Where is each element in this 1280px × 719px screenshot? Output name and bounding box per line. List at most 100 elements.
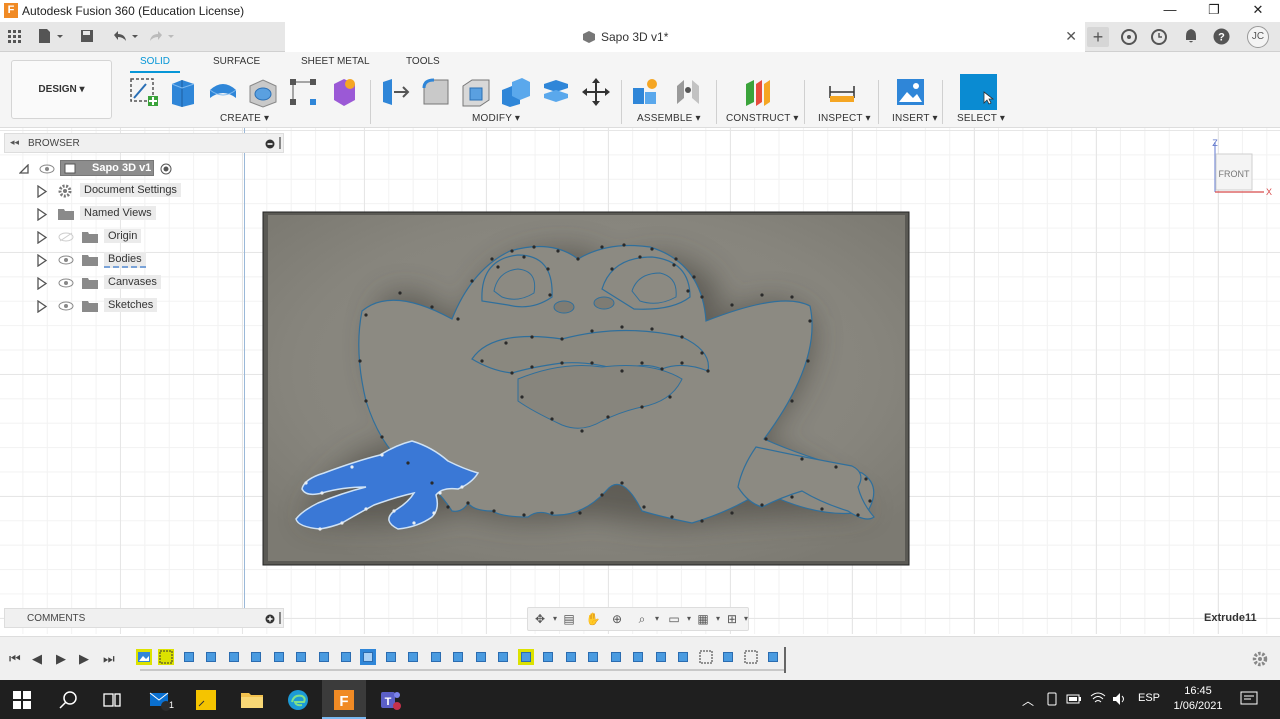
timeline-extrude-item[interactable] (675, 649, 691, 665)
expand-arrow-icon[interactable] (37, 185, 47, 198)
browser-options-icon[interactable] (265, 139, 275, 149)
timeline-sketch-item[interactable] (743, 649, 759, 665)
timeline-extrude-item[interactable] (338, 649, 354, 665)
grid-settings-icon[interactable]: ▦ (695, 612, 711, 626)
display-settings-icon[interactable]: ▭ (666, 612, 682, 626)
add-comment-icon[interactable] (265, 614, 275, 624)
browser-item-canvases[interactable]: Canvases (4, 274, 284, 294)
go-to-end-icon[interactable]: ⏭ (103, 651, 115, 667)
align-icon[interactable] (540, 76, 572, 108)
action-center-icon[interactable] (1240, 691, 1258, 707)
sticky-notes-icon[interactable] (194, 688, 218, 712)
timeline-extrude-item[interactable] (383, 649, 399, 665)
job-status-icon[interactable] (1151, 29, 1167, 45)
inspect-menu[interactable]: INSPECT ▾ (818, 113, 871, 124)
expand-arrow-icon[interactable] (37, 231, 47, 244)
extensions-icon[interactable] (1121, 29, 1137, 45)
volume-icon[interactable] (1112, 692, 1128, 706)
move-copy-icon[interactable] (580, 76, 612, 108)
timeline-extrude-item[interactable] (181, 649, 197, 665)
visibility-eye-icon[interactable] (58, 255, 74, 265)
select-icon[interactable] (960, 74, 997, 110)
expand-arrow-icon[interactable] (37, 277, 47, 290)
step-back-icon[interactable]: ◀ (32, 651, 42, 667)
timeline-highlighted-item[interactable] (518, 649, 534, 665)
create-form-icon[interactable] (328, 76, 360, 108)
create-sketch-icon[interactable] (128, 76, 160, 108)
timeline-extrude-item[interactable] (608, 649, 624, 665)
assemble-menu[interactable]: ASSEMBLE ▾ (637, 113, 701, 124)
timeline-extrude-item[interactable] (540, 649, 556, 665)
fit-icon[interactable]: ⌕ (634, 612, 650, 626)
timeline-extrude-item[interactable] (248, 649, 264, 665)
timeline-extrude-item[interactable] (585, 649, 601, 665)
zoom-icon[interactable]: ⊕ (609, 612, 625, 626)
timeline-extrude-item[interactable] (450, 649, 466, 665)
document-tab[interactable]: Sapo 3D v1* ✕ (285, 22, 1085, 52)
visibility-eye-icon[interactable] (58, 278, 74, 288)
battery-icon[interactable] (1066, 693, 1082, 705)
extrude-icon[interactable] (168, 76, 200, 108)
show-hidden-icons[interactable]: ︿ (1022, 692, 1034, 709)
play-icon[interactable]: ▶ (56, 651, 66, 667)
new-tab-icon[interactable]: + (1087, 27, 1109, 47)
pan-hand-icon[interactable]: ✋ (585, 612, 601, 626)
timeline-canvas-item[interactable] (136, 649, 152, 665)
comments-panel[interactable]: COMMENTS (4, 608, 284, 628)
timeline-extrude-item[interactable] (563, 649, 579, 665)
insert-image-icon[interactable] (895, 76, 927, 108)
timeline-selected-item[interactable] (360, 649, 376, 665)
save-icon[interactable] (80, 29, 94, 43)
user-avatar[interactable]: JC (1247, 26, 1269, 48)
timeline-extrude-item[interactable] (630, 649, 646, 665)
tab-surface[interactable]: SURFACE (213, 56, 260, 67)
go-to-start-icon[interactable]: ⏮ (9, 651, 21, 667)
wifi-icon[interactable] (1090, 691, 1106, 705)
timeline-extrude-item[interactable] (203, 649, 219, 665)
timeline-sketch-item[interactable] (158, 649, 174, 665)
visibility-eye-icon[interactable] (39, 164, 55, 174)
fillet-icon[interactable] (420, 76, 452, 108)
expand-arrow-icon[interactable] (37, 300, 47, 313)
file-menu-icon[interactable] (37, 28, 65, 44)
expand-root-icon[interactable] (19, 164, 29, 174)
fusion-360-icon[interactable]: F (332, 688, 356, 712)
edge-browser-icon[interactable] (286, 688, 310, 712)
combine-icon[interactable] (500, 76, 532, 108)
timeline-extrude-item[interactable] (720, 649, 736, 665)
new-component-icon[interactable] (630, 76, 662, 108)
view-cube[interactable]: Z X FRONT (1208, 136, 1272, 200)
browser-header[interactable]: ◂◂ BROWSER (4, 133, 284, 153)
file-explorer-icon[interactable] (240, 688, 264, 712)
hole-icon[interactable] (247, 76, 279, 108)
timeline-settings-gear-icon[interactable] (1252, 651, 1268, 667)
tab-sheet-metal[interactable]: SHEET METAL (301, 56, 370, 67)
help-icon[interactable]: ? (1213, 28, 1230, 45)
step-forward-icon[interactable]: ▶ (79, 651, 89, 667)
comments-resize-handle[interactable] (279, 612, 281, 624)
browser-item-bodies[interactable]: Bodies (4, 251, 284, 271)
timeline-extrude-item[interactable] (271, 649, 287, 665)
expand-arrow-icon[interactable] (37, 208, 47, 221)
browser-root-row[interactable]: Sapo 3D v1 (4, 159, 284, 179)
visibility-eye-icon[interactable] (58, 301, 74, 311)
modify-menu[interactable]: MODIFY ▾ (472, 113, 520, 124)
browser-item-document-settings[interactable]: Document Settings (4, 182, 284, 202)
fit-dropdown-icon[interactable]: ▾ (649, 612, 665, 626)
press-pull-icon[interactable] (380, 76, 412, 108)
clock[interactable]: 16:45 1/06/2021 (1168, 684, 1228, 714)
create-menu[interactable]: CREATE ▾ (220, 113, 269, 124)
language-indicator[interactable]: ESP (1138, 692, 1160, 704)
activate-radio-icon[interactable] (160, 163, 172, 175)
timeline-extrude-item[interactable] (765, 649, 781, 665)
orbit-icon[interactable]: ✥ (532, 612, 548, 626)
offset-plane-icon[interactable] (742, 76, 774, 108)
restore-button[interactable]: ❐ (1192, 0, 1236, 22)
workspace-switcher-button[interactable]: DESIGN ▾ (11, 60, 112, 119)
close-tab-icon[interactable]: ✕ (1065, 28, 1077, 45)
timeline-extrude-item[interactable] (428, 649, 444, 665)
timeline-extrude-item[interactable] (293, 649, 309, 665)
minimize-button[interactable]: — (1148, 0, 1192, 22)
timeline-extrude-item[interactable] (316, 649, 332, 665)
expand-arrow-icon[interactable] (37, 254, 47, 267)
